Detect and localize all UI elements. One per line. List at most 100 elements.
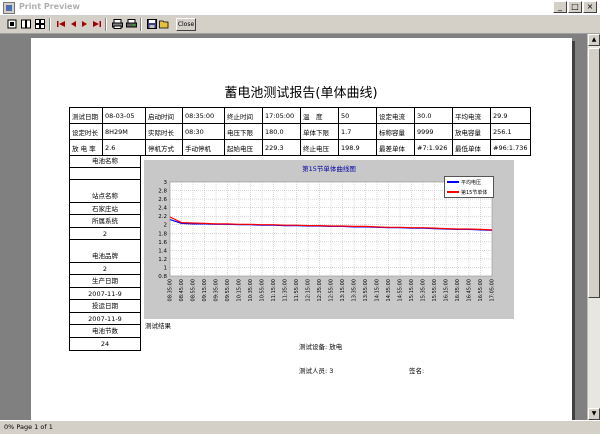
x-tick-label: 14:35:00 [386,279,392,301]
app-icon[interactable] [3,2,15,14]
x-tick-label: 09:35:00 [214,279,220,301]
report-title: 蓄电池测试报告(单体曲线) [224,86,378,101]
next-page-icon[interactable] [79,18,90,30]
x-tick-label: 11:55:00 [294,279,300,301]
x-tick-label: 08:55:00 [191,279,197,301]
info-label-cell: 放电容量 [452,123,491,140]
prev-page-icon[interactable] [67,18,78,30]
x-tick-label: 16:55:00 [478,279,484,301]
view-onepage-icon[interactable] [6,18,17,30]
info-label-cell: 停机方式 [145,139,183,156]
info-label-cell: 最低单体 [452,139,491,156]
side-value [70,168,140,180]
info-label-cell: 最差单体 [376,139,415,156]
toolbar-separator [105,18,107,31]
y-tick-label: 1.2 [158,257,167,263]
info-value-cell: 08-03-05 [102,107,146,124]
info-value-cell: 30.0 [414,107,453,124]
title-bar: Print Preview _ □ × [0,0,600,16]
info-value-cell: 50 [338,107,377,124]
info-value-cell: 256.1 [490,123,531,140]
x-tick-label: 10:55:00 [260,279,266,301]
y-tick-label: 2.6 [158,197,167,203]
side-value: 24 [100,339,110,348]
open-icon[interactable] [159,18,170,30]
info-row: 测试日期 08-03-05 启动时间 08:35:00 终止时间 17:05:00 温 度5… [69,107,531,124]
scroll-up-icon[interactable]: ▲ [588,34,600,46]
info-label-cell: 单体下限 [300,123,339,140]
info-label-cell: 测试日期 [69,107,103,124]
tester-value: 3 [329,367,334,375]
info-label-cell: 起始电压 [224,139,263,156]
info-label-cell: 实际时长 [145,123,183,140]
print-setup-icon[interactable] [126,18,137,30]
save-icon[interactable] [146,18,157,30]
x-tick-label: 09:15:00 [202,279,208,301]
info-label-cell: 启动时间 [145,107,183,124]
info-label-cell: 设定时长 [69,123,103,140]
x-tick-label: 13:55:00 [363,279,369,301]
info-value-cell: 9999 [414,123,453,140]
maximize-button[interactable]: □ [568,1,582,13]
info-value-cell: 198.9 [338,139,377,156]
chart-legend: 平均电压 第15节单体 [444,176,494,198]
x-tick-label: 10:15:00 [237,279,243,301]
scroll-thumb[interactable] [588,48,600,298]
legend-swatch [447,181,459,183]
x-tick-label: 13:35:00 [352,279,358,301]
x-tick-label: 16:35:00 [455,279,461,301]
x-tick-label: 15:35:00 [421,279,427,301]
x-tick-label: 09:55:00 [225,279,231,301]
info-label-cell: 平均电流 [452,107,491,124]
info-label-cell: 设定电流 [376,107,415,124]
y-tick-label: 1.8 [158,231,167,237]
x-tick-label: 13:15:00 [340,279,346,301]
x-tick-label: 15:15:00 [409,279,415,301]
preview-area: 蓄电池测试报告(单体曲线) 测试日期 08-03-05 启动时间 08:35:00 终止… [0,34,600,420]
y-tick-label: 2.8 [158,189,167,195]
scroll-down-icon[interactable]: ▼ [588,408,600,420]
x-tick-label: 11:15:00 [271,279,277,301]
x-tick-label: 17:05:00 [490,279,496,301]
info-value-cell: #96:1.736 [490,139,531,156]
device-label: 测试设备: [299,343,328,351]
info-value-cell: 08:30 [182,123,225,140]
side-label: 站点名称 [70,190,140,203]
last-page-icon[interactable] [91,18,102,30]
x-tick-label: 12:15:00 [306,279,312,301]
legend-swatch [447,191,459,193]
y-tick-label: 1.6 [158,240,167,246]
side-label: 电池节数 [70,325,140,338]
y-tick-label: 2 [164,223,168,229]
view-multipage-icon[interactable] [34,18,45,30]
view-twopage-icon[interactable] [20,18,31,30]
report-page: 蓄电池测试报告(单体曲线) 测试日期 08-03-05 启动时间 08:35:00 终止… [31,38,572,420]
info-value-cell: 手动停机 [182,139,225,156]
first-page-icon[interactable] [55,18,66,30]
x-tick-label: 15:55:00 [432,279,438,301]
minimize-button[interactable]: _ [553,1,567,13]
x-tick-label: 14:55:00 [398,279,404,301]
side-label: 投运日期 [70,300,140,313]
side-label: 所属系统 [70,215,140,228]
window-close-button[interactable]: × [583,1,597,13]
x-tick-label: 08:35:00 [168,279,174,301]
y-tick-label: 3 [164,180,168,186]
info-row: 设定时长 8H29M 实际时长 08:30 电压下限 180.0 单体下限 1.7 标称容量 99… [69,123,531,140]
toolbar: Close [0,16,600,34]
info-row: 放 电 率 2.6 停机方式 手动停机 起始电压 229.3 终止电压 198.9 最差单体 #7… [69,139,531,156]
vertical-scrollbar[interactable]: ▲ ▼ [587,34,600,420]
side-label: 电池品牌 [70,250,140,263]
x-tick-label: 12:55:00 [329,279,335,301]
legend-item: 平均电压 [445,177,493,187]
y-tick-label: 0.8 [158,274,167,280]
close-button[interactable]: Close [176,18,196,31]
x-tick-label: 11:35:00 [283,279,289,301]
print-icon[interactable] [112,18,123,30]
info-value-cell: #7:1.926 [414,139,453,156]
info-value-cell: 8H29M [102,123,146,140]
info-label-cell: 放 电 率 [69,139,103,156]
cell-curve-chart: 第15节单体曲线图 0.8 1 1.2 1.4 1.6 1.8 2 2.2 2.4 2.6 2.8 3… [144,160,514,319]
